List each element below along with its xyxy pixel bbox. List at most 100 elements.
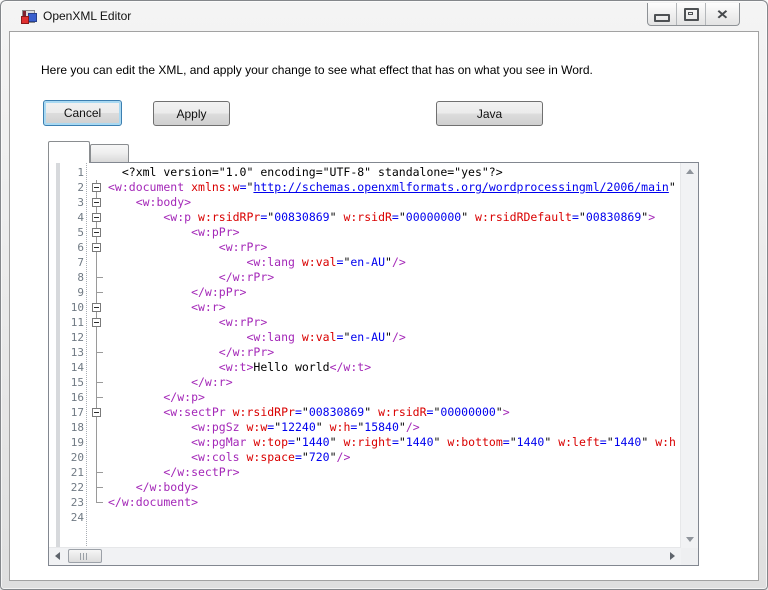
line-number: 10 [70,301,84,314]
fold-marker-box[interactable] [87,195,107,210]
code-line[interactable]: </w:sectPr> [108,465,681,480]
window-title: OpenXML Editor [43,9,132,23]
fold-marker-box[interactable] [87,210,107,225]
scroll-left-icon[interactable] [55,552,60,560]
line-number: 2 [77,181,84,194]
code-line[interactable]: <w:document xmlns:w="http://schemas.open… [108,180,681,195]
code-line[interactable]: <w:lang w:val="en-AU"/> [108,255,681,270]
line-number: 12 [70,331,84,344]
fold-marker-line [87,255,107,270]
code-line[interactable]: <w:t>Hello world</w:t> [108,360,681,375]
code-line[interactable]: <w:cols w:space="720"/> [108,450,681,465]
code-line[interactable]: <w:r> [108,300,681,315]
code-line[interactable]: <w:sectPr w:rsidRPr="00830869" w:rsidR="… [108,405,681,420]
title-bar[interactable]: OpenXML Editor ✕ [1,1,767,31]
app-window: OpenXML Editor ✕ Here you can edit the X… [0,0,768,590]
fold-marker-tick [87,345,107,360]
vertical-scrollbar[interactable] [680,163,698,548]
fold-marker-box[interactable] [87,300,107,315]
maximize-icon [683,7,699,21]
fold-marker-tick [87,375,107,390]
line-number: 1 [77,166,84,179]
java-button[interactable]: Java [436,101,543,126]
fold-marker-line [87,330,107,345]
line-number: 11 [70,316,84,329]
code-line[interactable]: </w:r> [108,375,681,390]
code-line[interactable]: </w:rPr> [108,270,681,285]
fold-margin [87,165,107,525]
horizontal-scroll-thumb[interactable] [68,549,102,563]
minimize-button[interactable] [648,3,677,25]
gutter-numbers: 1 2 3 4 5 6 7 8 9 10 11 12 13 14 15 16 17 18 19 20 21 22 23 24 [60,165,84,525]
fold-marker-tick [87,390,107,405]
line-number: 6 [77,241,84,254]
code-line[interactable]: <w:rPr> [108,315,681,330]
line-number: 15 [70,376,84,389]
close-button[interactable]: ✕ [706,3,739,25]
line-number: 23 [70,496,84,509]
fold-marker-box[interactable] [87,315,107,330]
fold-marker-tick [87,285,107,300]
fold-marker-line [87,450,107,465]
line-number: 4 [77,211,84,224]
code-line[interactable]: </w:p> [108,390,681,405]
line-number: 21 [70,466,84,479]
form-client-area: Here you can edit the XML, and apply you… [9,31,759,581]
code-line[interactable]: <w:pPr> [108,225,681,240]
apply-button[interactable]: Apply [153,101,230,126]
scrollbar-corner [681,548,698,565]
line-number: 19 [70,436,84,449]
line-number: 13 [70,346,84,359]
line-number: 14 [70,361,84,374]
code-line[interactable]: <?xml version="1.0" encoding="UTF-8" sta… [108,165,681,180]
line-number: 3 [77,196,84,209]
code-line[interactable]: <w:lang w:val="en-AU"/> [108,330,681,345]
line-number: 18 [70,421,84,434]
fold-marker-box[interactable] [87,180,107,195]
fold-marker-tick [87,465,107,480]
screen: OpenXML Editor ✕ Here you can edit the X… [0,0,768,590]
line-number: 7 [77,256,84,269]
fold-marker-tick [87,270,107,285]
code-line[interactable]: </w:body> [108,480,681,495]
code-line[interactable] [108,510,681,525]
fold-marker-box[interactable] [87,240,107,255]
line-number: 22 [70,481,84,494]
fold-marker-none [87,510,107,525]
line-number: 24 [70,511,84,524]
code-line[interactable]: <w:rPr> [108,240,681,255]
code-line[interactable]: </w:rPr> [108,345,681,360]
code-line[interactable]: </w:pPr> [108,285,681,300]
code-line[interactable]: <w:pgMar w:top="1440" w:right="1440" w:b… [108,435,681,450]
window-controls: ✕ [647,3,740,26]
fold-marker-end [87,495,107,510]
tab-xml-selected[interactable] [48,141,90,163]
fold-marker-line [87,360,107,375]
line-number: 20 [70,451,84,464]
line-number: 17 [70,406,84,419]
code-line[interactable]: <w:p w:rsidRPr="00830869" w:rsidR="00000… [108,210,681,225]
fold-marker-tick [87,480,107,495]
code-line[interactable]: <w:pgSz w:w="12240" w:h="15840"/> [108,420,681,435]
tab-secondary[interactable] [90,144,129,162]
horizontal-scrollbar[interactable] [49,547,681,565]
code-line[interactable]: <w:body> [108,195,681,210]
scroll-up-icon[interactable] [686,169,694,174]
app-icon [21,8,37,24]
code-lines[interactable]: <?xml version="1.0" encoding="UTF-8" sta… [108,165,681,548]
line-number: 9 [77,286,84,299]
code-line[interactable]: </w:document> [108,495,681,510]
xml-code-editor[interactable]: 1 2 3 4 5 6 7 8 9 10 11 12 13 14 15 16 17 18 19 20 21 22 23 24 … [48,162,699,566]
fold-marker-none [87,165,107,180]
maximize-button[interactable] [677,3,706,25]
fold-marker-line [87,420,107,435]
line-number: 16 [70,391,84,404]
fold-marker-box[interactable] [87,225,107,240]
cancel-button[interactable]: Cancel [43,100,122,126]
fold-marker-box[interactable] [87,405,107,420]
line-number: 8 [77,271,84,284]
scroll-right-icon[interactable] [670,552,675,560]
scroll-down-icon[interactable] [686,537,694,542]
fold-marker-line [87,435,107,450]
minimize-icon [654,13,670,22]
